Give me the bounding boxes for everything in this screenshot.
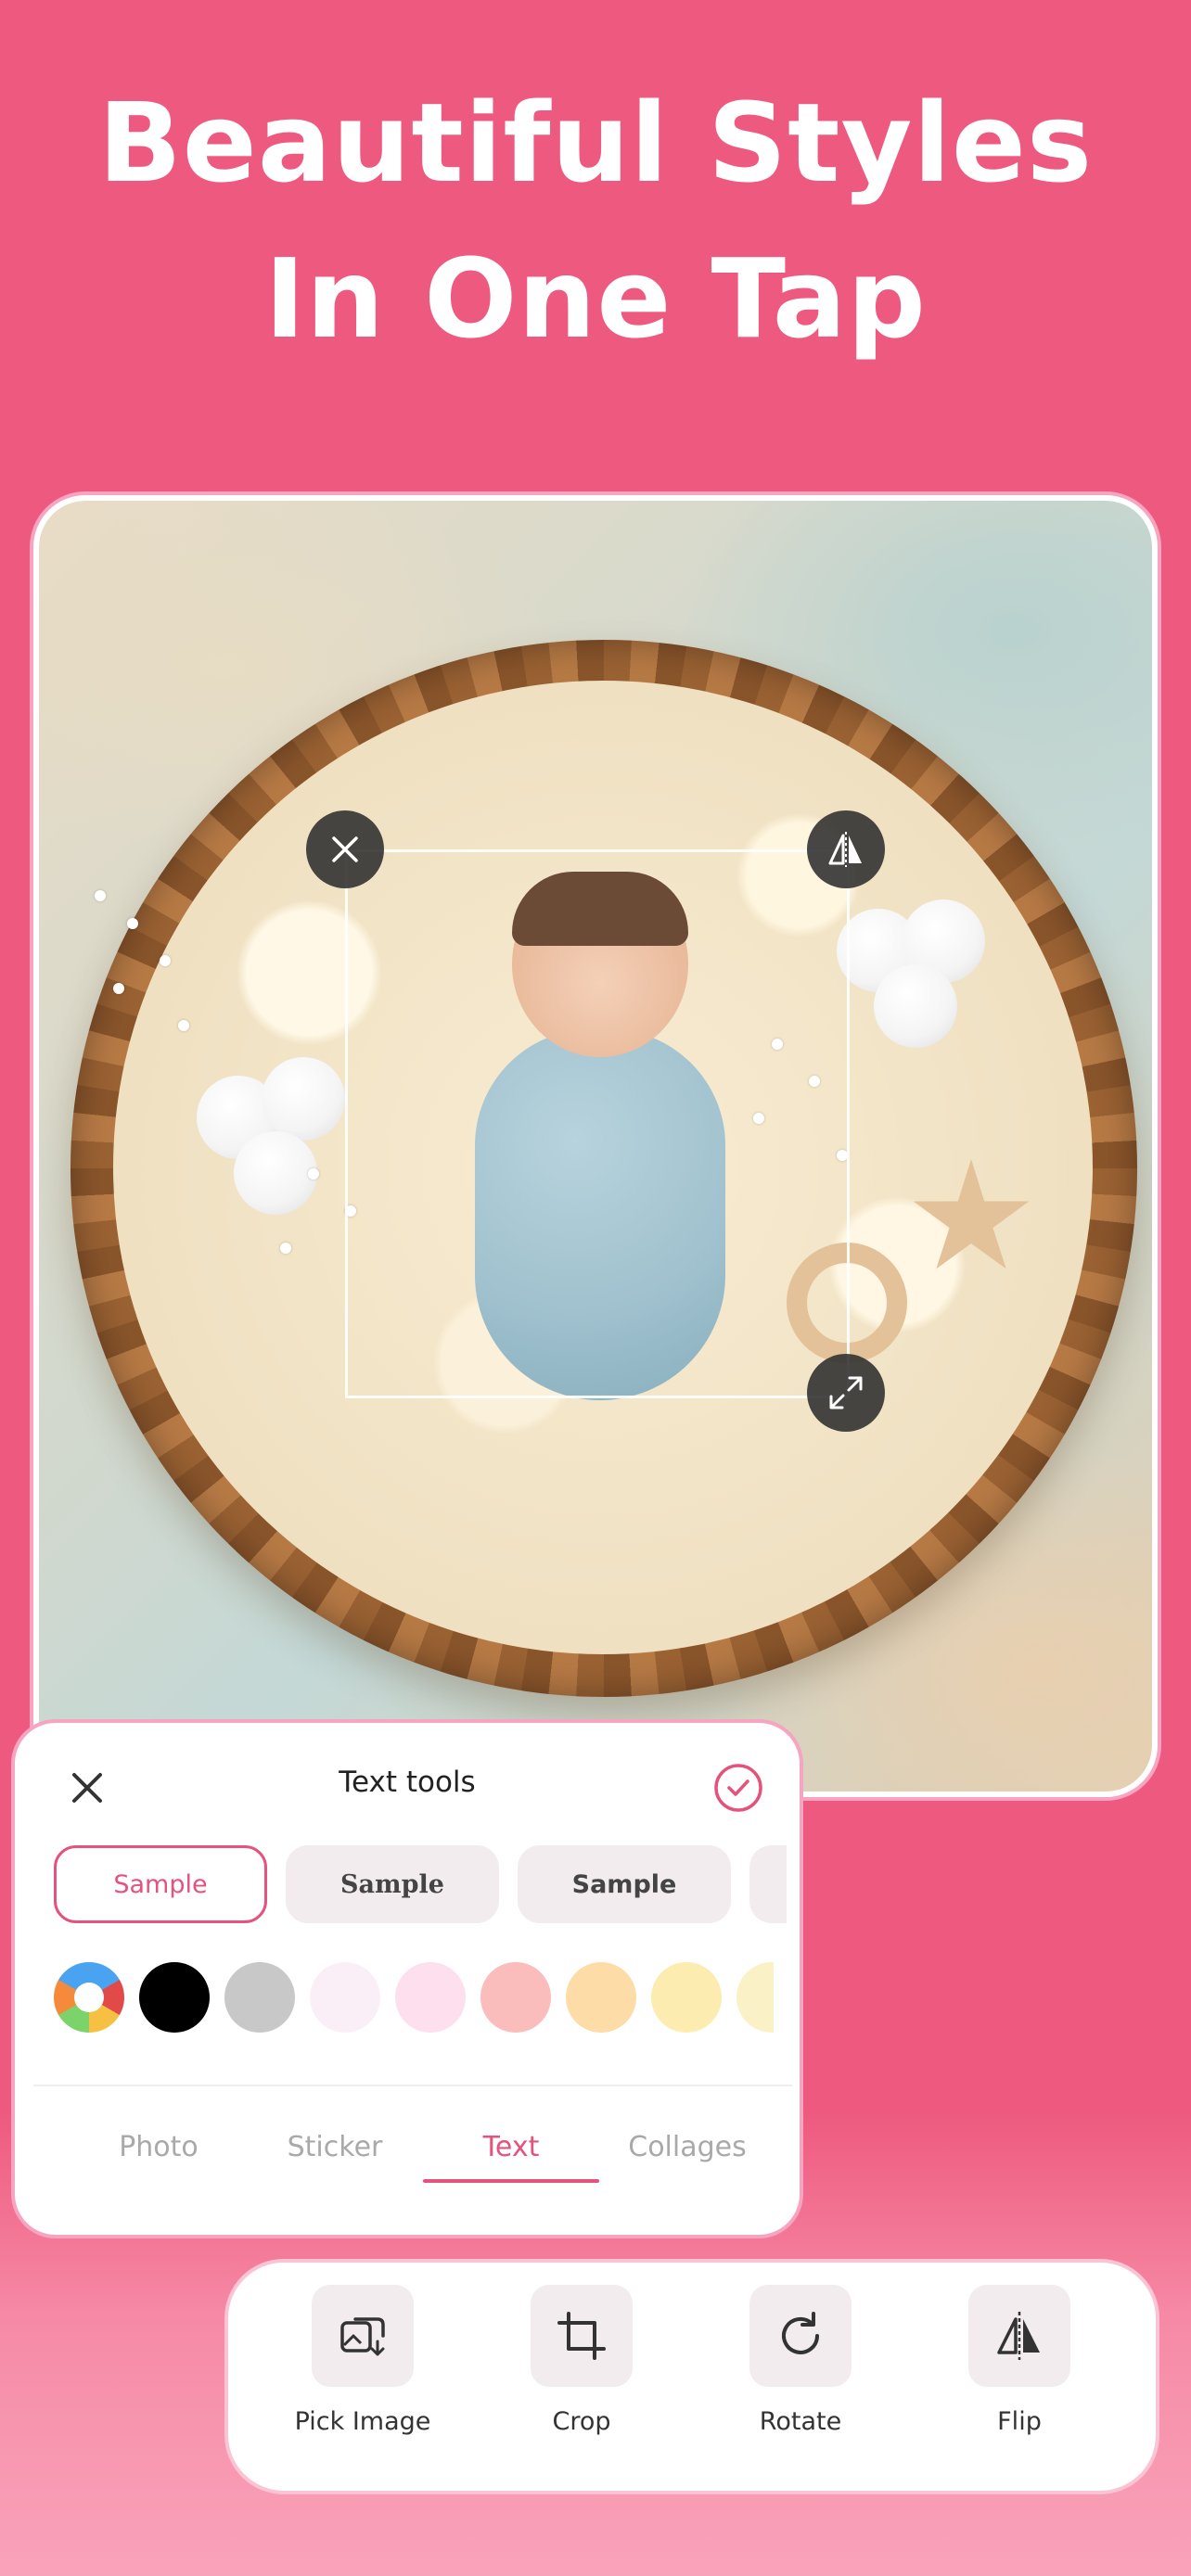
expand-icon <box>829 1376 863 1409</box>
color-swatch[interactable] <box>224 1962 295 2033</box>
cotton-graphic <box>874 964 957 1048</box>
pick-image-icon <box>340 2317 385 2356</box>
color-swatch[interactable] <box>480 1962 551 2033</box>
photo-image <box>39 501 1152 1792</box>
color-swatch[interactable] <box>395 1962 466 2033</box>
tool-label: Crop <box>552 2407 611 2436</box>
color-swatch[interactable] <box>736 1962 774 2033</box>
pick-image-button[interactable]: Pick Image <box>270 2285 455 2470</box>
photo-canvas[interactable] <box>33 495 1158 1797</box>
text-style-chip[interactable]: Sample <box>518 1845 731 1923</box>
text-tools-panel: Text tools Sample Sample Sample Photo St… <box>15 1723 800 2235</box>
chip-label: Sample <box>340 1869 444 1899</box>
crop-icon <box>557 2312 606 2360</box>
flower-graphic <box>95 890 106 901</box>
headline-line-1: Beautiful Styles <box>97 79 1094 207</box>
text-style-chip[interactable]: Sample <box>286 1845 499 1923</box>
chip-label: Sample <box>571 1869 677 1899</box>
tool-label: Flip <box>997 2407 1042 2436</box>
tool-label: Rotate <box>759 2407 842 2436</box>
flower-graphic <box>113 983 124 994</box>
panel-title: Text tools <box>339 1766 476 1799</box>
tab-photo[interactable]: Photo <box>70 2131 247 2163</box>
editor-tabs: Photo Sticker Text Collages <box>33 2085 792 2229</box>
confirm-button[interactable] <box>712 1762 764 1814</box>
resize-handle[interactable] <box>807 1354 885 1432</box>
bottom-toolbar: Pick Image Crop Rotate Flip <box>228 2263 1156 2491</box>
flower-graphic <box>308 1168 319 1180</box>
tab-collages[interactable]: Collages <box>599 2131 775 2163</box>
tool-label: Pick Image <box>294 2407 431 2436</box>
flower-graphic <box>127 918 138 929</box>
selection-frame[interactable] <box>345 849 850 1398</box>
flip-button[interactable]: Flip <box>927 2285 1112 2470</box>
active-tab-indicator <box>423 2179 599 2183</box>
flip-icon <box>828 832 862 867</box>
color-swatch[interactable] <box>310 1962 380 2033</box>
flower-graphic <box>160 955 171 966</box>
headline-line-2: In One Tap <box>264 235 927 363</box>
color-swatch[interactable] <box>651 1962 722 2033</box>
color-swatches <box>46 1962 794 2036</box>
text-style-chip[interactable] <box>749 1845 787 1923</box>
headline: Beautiful Styles In One Tap <box>0 65 1191 376</box>
rotate-button[interactable]: Rotate <box>708 2285 893 2470</box>
text-style-chip[interactable]: Sample <box>54 1845 267 1923</box>
cotton-graphic <box>234 1131 317 1215</box>
color-swatch[interactable] <box>139 1962 210 2033</box>
delete-handle[interactable] <box>306 810 384 888</box>
crop-button[interactable]: Crop <box>489 2285 674 2470</box>
rotate-icon <box>782 2312 819 2354</box>
text-style-chips: Sample Sample Sample <box>54 1845 794 1925</box>
flip-icon <box>997 2312 1040 2360</box>
flower-graphic <box>178 1020 189 1031</box>
color-swatch[interactable] <box>566 1962 636 2033</box>
cotton-graphic <box>262 1057 345 1141</box>
flip-handle[interactable] <box>807 810 885 888</box>
tab-sticker[interactable]: Sticker <box>247 2131 423 2163</box>
multicolor-swatch[interactable] <box>54 1962 124 2033</box>
tab-text[interactable]: Text <box>423 2131 599 2163</box>
close-icon <box>332 836 358 862</box>
check-circle-icon <box>714 1764 762 1812</box>
flower-graphic <box>280 1243 291 1254</box>
chip-label: Sample <box>113 1869 208 1899</box>
